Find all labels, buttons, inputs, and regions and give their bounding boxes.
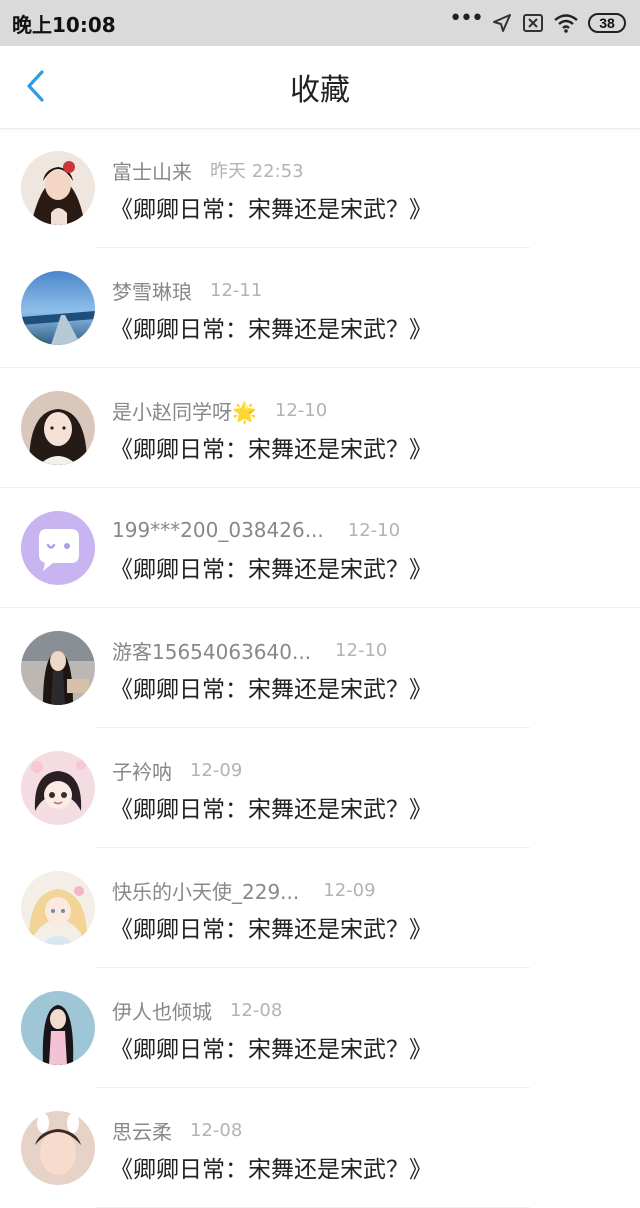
favorite-item[interactable]: 梦雪琳琅 12-11 《卿卿日常：宋舞还是宋武？》 [0, 248, 640, 368]
favorite-item[interactable]: 伊人也倾城 12-08 《卿卿日常：宋舞还是宋武？》 [0, 968, 640, 1088]
favorite-title[interactable]: 《卿卿日常：宋舞还是宋武？》 [110, 310, 432, 344]
avatar[interactable] [21, 871, 95, 945]
battery-indicator: 38 [588, 13, 626, 33]
avatar[interactable] [21, 631, 95, 705]
post-time: 12-08 [230, 999, 283, 1021]
user-name: 子衿呐 [112, 759, 172, 784]
post-time: 12-09 [323, 879, 376, 901]
status-time: 晚上10:08 [12, 12, 116, 37]
chevron-left-icon [25, 69, 47, 107]
favorite-title[interactable]: 《卿卿日常：宋舞还是宋武？》 [110, 430, 432, 464]
user-name: 富士山来 [112, 159, 192, 184]
item-meta: 子衿呐 12-09 [112, 756, 242, 784]
favorite-item[interactable]: 思云柔 12-08 《卿卿日常：宋舞还是宋武？》 [0, 1088, 640, 1208]
item-meta: 199***200_038426... 12-10 [112, 516, 400, 544]
favorite-title[interactable]: 《卿卿日常：宋舞还是宋武？》 [110, 910, 432, 944]
post-time: 12-09 [190, 759, 243, 781]
more-dots-icon: ••• [449, 6, 484, 31]
avatar[interactable] [21, 751, 95, 825]
favorite-item[interactable]: 199***200_038426... 12-10 《卿卿日常：宋舞还是宋武？》 [0, 488, 640, 608]
item-meta: 快乐的小天使_229... 12-09 [112, 876, 376, 904]
avatar[interactable] [21, 151, 95, 225]
post-time: 12-10 [347, 519, 401, 541]
favorites-list: 富士山来 昨天 22:53 《卿卿日常：宋舞还是宋武？》 梦雪琳琅 12-11 《卿卿日常… [0, 128, 640, 1208]
avatar[interactable] [21, 991, 95, 1065]
no-sim-icon [522, 13, 544, 33]
post-time: 12-10 [335, 639, 388, 661]
favorite-title[interactable]: 《卿卿日常：宋舞还是宋武？》 [110, 790, 432, 824]
item-meta: 梦雪琳琅 12-11 [112, 276, 262, 304]
avatar[interactable] [21, 271, 95, 345]
favorite-item[interactable]: 是小赵同学呀🌟 12-10 《卿卿日常：宋舞还是宋武？》 [0, 368, 640, 488]
favorite-title[interactable]: 《卿卿日常：宋舞还是宋武？》 [110, 1150, 432, 1184]
back-button[interactable] [18, 68, 54, 108]
location-arrow-icon [492, 13, 512, 33]
favorite-item[interactable]: 快乐的小天使_229... 12-09 《卿卿日常：宋舞还是宋武？》 [0, 848, 640, 968]
favorite-title[interactable]: 《卿卿日常：宋舞还是宋武？》 [110, 190, 432, 224]
post-time: 12-11 [210, 279, 263, 301]
avatar[interactable] [21, 1111, 95, 1185]
favorite-item[interactable]: 富士山来 昨天 22:53 《卿卿日常：宋舞还是宋武？》 [0, 128, 640, 248]
post-time: 昨天 22:53 [210, 161, 304, 182]
item-meta: 富士山来 昨天 22:53 [112, 156, 304, 184]
post-time: 12-10 [274, 399, 328, 421]
favorite-title[interactable]: 《卿卿日常：宋舞还是宋武？》 [110, 1030, 432, 1064]
page-title: 收藏 [290, 73, 350, 108]
user-name: 是小赵同学呀🌟 [112, 399, 257, 424]
status-icons: ••• 38 [449, 8, 626, 33]
wifi-icon [554, 13, 578, 33]
user-name: 快乐的小天使_229... [112, 879, 300, 904]
item-meta: 是小赵同学呀🌟 12-10 [112, 396, 327, 424]
item-meta: 思云柔 12-08 [112, 1116, 242, 1144]
favorite-title[interactable]: 《卿卿日常：宋舞还是宋武？》 [110, 670, 432, 704]
favorite-item[interactable]: 游客15654063640... 12-10 《卿卿日常：宋舞还是宋武？》 [0, 608, 640, 728]
item-meta: 伊人也倾城 12-08 [112, 996, 282, 1024]
favorite-item[interactable]: 子衿呐 12-09 《卿卿日常：宋舞还是宋武？》 [0, 728, 640, 848]
avatar[interactable] [21, 511, 95, 585]
user-name: 思云柔 [112, 1119, 172, 1144]
user-name: 199***200_038426... [112, 518, 324, 542]
nav-bar: 收藏 [0, 46, 640, 129]
user-name: 梦雪琳琅 [112, 279, 192, 304]
status-bar: 晚上10:08 ••• 38 [0, 0, 640, 46]
avatar[interactable] [21, 391, 95, 465]
favorite-title[interactable]: 《卿卿日常：宋舞还是宋武？》 [110, 550, 432, 584]
item-meta: 游客15654063640... 12-10 [112, 636, 387, 664]
post-time: 12-08 [190, 1119, 243, 1141]
user-name: 伊人也倾城 [112, 999, 212, 1024]
user-name: 游客15654063640... [112, 639, 312, 664]
